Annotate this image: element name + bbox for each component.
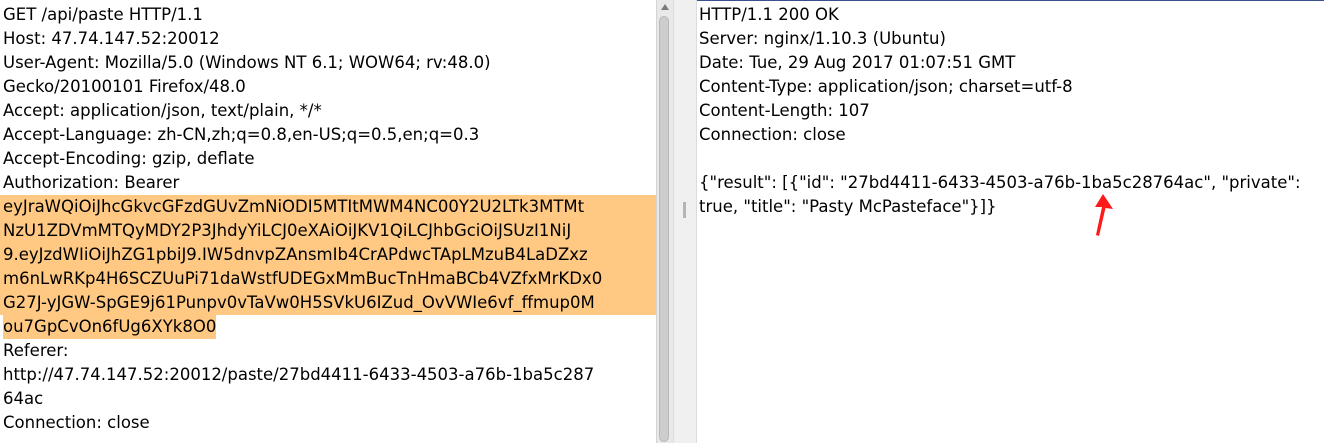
splitter-grip-icon[interactable] [683, 202, 686, 218]
request-header-user-agent: User-Agent: Mozilla/5.0 (Windows NT 6.1;… [3, 53, 491, 72]
pane-border [697, 0, 1324, 1]
request-line: GET /api/paste HTTP/1.1 [3, 5, 203, 24]
response-header-server: Server: nginx/1.10.3 (Ubuntu) [699, 29, 946, 48]
request-header-referer-url: http://47.74.147.52:20012/paste/27bd4411… [3, 365, 595, 384]
request-header-accept: Accept: application/json, text/plain, */… [3, 101, 322, 120]
request-header-referer: Referer: [3, 341, 69, 360]
response-body-line: {"result": [{"id": "27bd4411-6433-4503-a… [699, 173, 1301, 192]
scroll-thumb[interactable] [659, 16, 669, 442]
request-header-host: Host: 47.74.147.52:20012 [3, 29, 220, 48]
jwt-token-line: m6nLwRKp4H6SCZUuPi71daWstfUDEGxMmBucTnHm… [0, 267, 656, 291]
red-arrow-icon [1095, 194, 1113, 236]
response-header-content-type: Content-Type: application/json; charset=… [699, 77, 1073, 96]
request-header-accept-language: Accept-Language: zh-CN,zh;q=0.8,en-US;q=… [3, 125, 480, 144]
request-header-authorization: Authorization: Bearer [3, 173, 180, 192]
scroll-up-arrow-icon[interactable] [661, 4, 669, 10]
response-header-content-length: Content-Length: 107 [699, 101, 870, 120]
jwt-token-line: eyJraWQiOiJhcGkvcGFzdGUvZmNiODI5MTItMWM4… [0, 195, 656, 219]
pane-splitter[interactable] [673, 0, 697, 443]
jwt-token-line-last: ou7GpCvOn6fUg6XYk8O0 [3, 315, 217, 339]
jwt-token-line: G27J-yJGW-SpGE9j61Punpv0vTaVw0H5SVkU6IZu… [0, 291, 656, 315]
response-body-line: true, "title": "Pasty McPasteface"}]} [699, 197, 997, 216]
request-pane[interactable]: GET /api/paste HTTP/1.1 Host: 47.74.147.… [0, 0, 656, 443]
response-header-connection: Connection: close [699, 125, 846, 144]
request-header-user-agent-cont: Gecko/20100101 Firefox/48.0 [3, 77, 246, 96]
jwt-token-line: 9.eyJzdWIiOiJhZG1pbiJ9.IW5dnvpZAnsmIb4Cr… [0, 243, 656, 267]
request-text[interactable]: GET /api/paste HTTP/1.1 Host: 47.74.147.… [0, 3, 656, 435]
request-header-referer-url-cont: 64ac [3, 389, 44, 408]
response-text[interactable]: HTTP/1.1 200 OK Server: nginx/1.10.3 (Ub… [699, 3, 1301, 219]
request-header-accept-encoding: Accept-Encoding: gzip, deflate [3, 149, 255, 168]
request-scrollbar[interactable] [656, 0, 673, 443]
response-status-line: HTTP/1.1 200 OK [699, 5, 839, 24]
jwt-token-line: NzU1ZDVmMTQyMDY2P3JhdyYiLCJ0eXAiOiJKV1Qi… [0, 219, 656, 243]
response-pane[interactable]: HTTP/1.1 200 OK Server: nginx/1.10.3 (Ub… [697, 0, 1324, 443]
response-header-date: Date: Tue, 29 Aug 2017 01:07:51 GMT [699, 53, 1016, 72]
request-header-connection: Connection: close [3, 413, 150, 432]
